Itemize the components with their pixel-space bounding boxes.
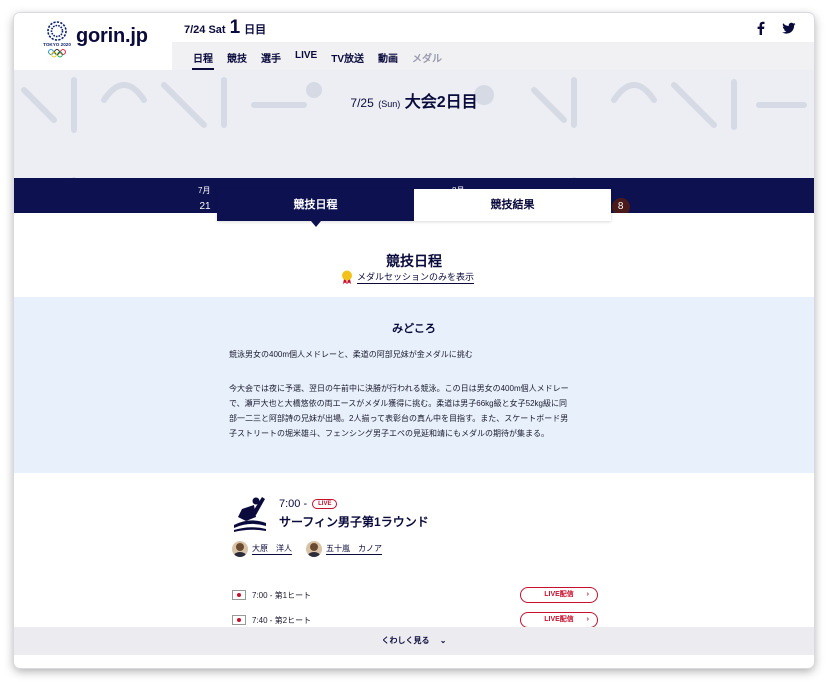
athlete-link[interactable]: 五十嵐 カノア	[306, 541, 382, 557]
august-day-8[interactable]: 8	[611, 198, 630, 213]
athlete-name: 五十嵐 カノア	[326, 544, 382, 555]
hero-dow: (Sun)	[378, 99, 401, 109]
tokyo2020-emblem-icon: TOKYO 2020	[43, 21, 71, 58]
surfing-pictogram-icon	[234, 497, 266, 532]
show-more-button[interactable]: くわしく見る ⌄	[14, 627, 814, 655]
athlete-link[interactable]: 大原 洋人	[232, 541, 292, 557]
chevron-right-icon: ›	[586, 616, 589, 623]
current-date: 7/24 Sat	[184, 24, 226, 36]
july-day-21[interactable]: 21	[196, 198, 214, 213]
chevron-down-icon: ⌄	[439, 636, 447, 645]
day-number: 1	[229, 17, 241, 38]
heat-row: 7:00 - 第1ヒート LIVE配信 ›	[232, 585, 598, 605]
highlights-box: みどころ 競泳男女の400m個人メドレーと、柔道の阿部兄妹が金メダルに挑む 今大…	[14, 297, 814, 473]
athlete-name: 大原 洋人	[252, 544, 292, 555]
day-suffix: 日目	[244, 24, 267, 36]
chevron-right-icon: ›	[586, 591, 589, 598]
heat-label: 7:00 - 第1ヒート	[252, 590, 312, 600]
highlights-line: 今大会では夜に予選、翌日の午前中に決勝が行われる競泳。この日は男女の400m個人…	[229, 384, 569, 393]
hero-title: 7/25 (Sun) 大会2日目	[14, 88, 814, 112]
event-time-row: 7:00 - LIVE	[279, 498, 338, 510]
medal-sessions-filter[interactable]: メダルセッションのみを表示	[341, 270, 475, 284]
main-nav: 日程 競技 選手 LIVE TV放送 動画 メダル	[172, 42, 814, 70]
event-time: 7:00 -	[279, 498, 308, 510]
medal-sessions-link-text: メダルセッションのみを表示	[357, 272, 475, 284]
highlights-line: で、瀬戸大也と大橋悠依の両エースがメダル獲得に挑む。柔道は男子66kg級と女子5…	[229, 399, 567, 408]
twitter-icon[interactable]	[782, 21, 796, 35]
brand-name: gorin.jp	[76, 25, 148, 47]
heat-label: 7:40 - 第2ヒート	[252, 615, 312, 625]
event-name[interactable]: サーフィン男子第1ラウンド	[279, 513, 429, 530]
live-badge: LIVE	[312, 499, 338, 509]
social-links	[754, 21, 796, 35]
event-card: 7:00 - LIVE サーフィン男子第1ラウンド 大原 洋人 五十嵐 カノア …	[14, 473, 814, 628]
nav-medals[interactable]: メダル	[405, 42, 449, 70]
show-more-label: くわしく見る	[381, 636, 430, 645]
hero-day-title: 大会2日目	[404, 94, 478, 111]
site-header: TOKYO 2020 gorin.jp 7/24 Sat 1 日目 日程 競技 …	[14, 13, 814, 70]
athlete-avatar	[232, 541, 248, 557]
live-stream-button[interactable]: LIVE配信 ›	[520, 587, 598, 603]
nav-athletes[interactable]: 選手	[254, 42, 288, 70]
highlights-body: 今大会では夜に予選、翌日の午前中に決勝が行われる競泳。この日は男女の400m個人…	[229, 381, 609, 441]
medal-icon	[342, 270, 352, 284]
nav-tv[interactable]: TV放送	[324, 42, 371, 70]
highlights-line: 部一二三と阿部詩の兄妹が出場。2人揃って表彰台の真ん中を目指す。また、スケートボ…	[229, 414, 569, 423]
highlights-title: みどころ	[392, 323, 436, 335]
browser-window: TOKYO 2020 gorin.jp 7/24 Sat 1 日目 日程 競技 …	[14, 13, 814, 668]
current-day-indicator: 7/24 Sat 1 日目	[184, 17, 267, 39]
nav-schedule[interactable]: 日程	[186, 42, 220, 70]
month-label-july: 7月	[198, 186, 211, 195]
highlights-line: 子ストリートの堀米雄斗、フェンシング男子エペの見延和靖にもメダルの期待が集まる。	[229, 429, 549, 438]
content-tabs: 競技日程 競技結果	[217, 189, 611, 227]
live-stream-button[interactable]: LIVE配信 ›	[520, 612, 598, 628]
nav-sports[interactable]: 競技	[220, 42, 254, 70]
section-title: 競技日程	[386, 253, 442, 269]
nav-live[interactable]: LIVE	[288, 42, 324, 70]
hero-date: 7/25	[350, 96, 374, 110]
facebook-icon[interactable]	[754, 21, 768, 35]
emblem-text: TOKYO 2020	[43, 42, 71, 47]
highlights-lead: 競泳男女の400m個人メドレーと、柔道の阿部兄妹が金メダルに挑む	[229, 350, 473, 359]
nav-video[interactable]: 動画	[371, 42, 405, 70]
tab-schedule[interactable]: 競技日程	[217, 189, 414, 227]
japan-flag-icon	[232, 615, 246, 625]
logo-area[interactable]: TOKYO 2020 gorin.jp	[14, 13, 172, 69]
japan-flag-icon	[232, 590, 246, 600]
tab-results[interactable]: 競技結果	[414, 189, 611, 221]
athlete-avatar	[306, 541, 322, 557]
